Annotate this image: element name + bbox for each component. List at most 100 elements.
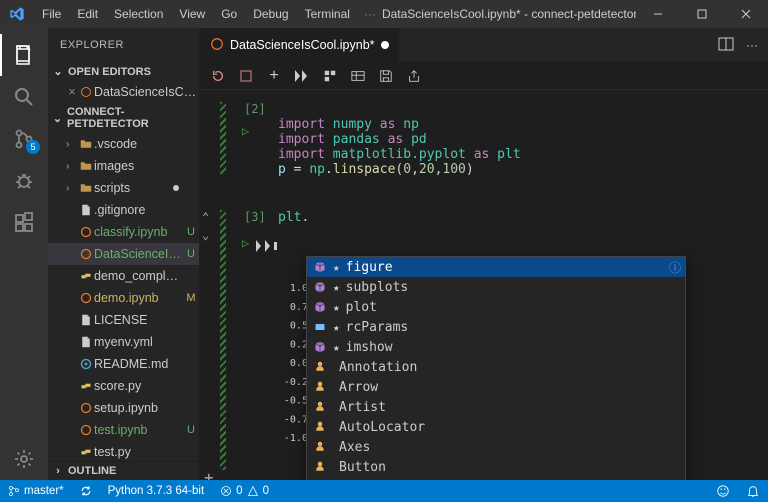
- suggestion-item[interactable]: ★plot: [307, 297, 685, 317]
- menu-file[interactable]: File: [34, 0, 69, 28]
- notifications-icon[interactable]: [738, 480, 768, 502]
- suggestion-item[interactable]: Circle: [307, 477, 685, 480]
- suggestion-item[interactable]: ★rcParams: [307, 317, 685, 337]
- file-tree-item[interactable]: score.py: [48, 375, 199, 397]
- file-label: demo_completed.py: [94, 269, 183, 283]
- suggestion-item[interactable]: ★ subplots: [307, 277, 685, 297]
- suggestion-item[interactable]: AutoLocator: [307, 417, 685, 437]
- suggestion-label: Arrow: [339, 380, 679, 395]
- more-actions-icon[interactable]: ···: [746, 38, 758, 52]
- file-tree-item[interactable]: ›images: [48, 155, 199, 177]
- python-interpreter-item[interactable]: Python 3.7.3 64-bit: [100, 480, 213, 502]
- workspace-section[interactable]: ⌄ CONNECT-PETDETECTOR: [48, 103, 199, 133]
- file-label: .vscode: [94, 137, 183, 151]
- settings-gear-icon[interactable]: [0, 438, 48, 480]
- code-content[interactable]: plt.: [278, 210, 754, 225]
- titlebar: File Edit Selection View Go Debug Termin…: [0, 0, 768, 28]
- info-icon[interactable]: ⓘ: [669, 259, 681, 276]
- notebook[interactable]: [2] ▷ import numpy as np import pandas a…: [200, 90, 768, 480]
- git-status-badge: U: [183, 248, 199, 260]
- file-tree-item[interactable]: ›scripts: [48, 177, 199, 199]
- menu-overflow-icon[interactable]: ···: [358, 7, 382, 21]
- menu-go[interactable]: Go: [213, 0, 245, 28]
- dirty-indicator-icon: [381, 41, 389, 49]
- file-label: demo.ipynb: [94, 291, 183, 305]
- file-tree-item[interactable]: test.ipynbU: [48, 419, 199, 441]
- editor-tab[interactable]: DataScienceIsCool.ipynb*: [200, 28, 400, 62]
- suggestion-item[interactable]: Artist: [307, 397, 685, 417]
- git-branch-item[interactable]: master*: [0, 480, 72, 502]
- file-tree-item[interactable]: demo_completed.py: [48, 265, 199, 287]
- file-tree-item[interactable]: README.md: [48, 353, 199, 375]
- suggestion-label: imshow: [346, 340, 679, 355]
- split-editor-icon[interactable]: [718, 36, 734, 55]
- window-close-button[interactable]: [724, 0, 768, 28]
- file-tree-item[interactable]: myenv.yml: [48, 331, 199, 353]
- menu-selection[interactable]: Selection: [106, 0, 171, 28]
- open-editors-section[interactable]: ⌄ OPEN EDITORS: [48, 62, 199, 81]
- file-tree-item[interactable]: DataScienceIsCo...U: [48, 243, 199, 265]
- sidebar: EXPLORER ⌄ OPEN EDITORS × DataScienceIsC…: [48, 28, 200, 480]
- menu-debug[interactable]: Debug: [245, 0, 296, 28]
- add-cell-icon[interactable]: +: [266, 68, 282, 84]
- window-title: DataScienceIsCool.ipynb* - connect-petde…: [382, 7, 636, 21]
- suggestion-label: Annotation: [339, 360, 679, 375]
- open-editor-item[interactable]: × DataScienceIsCoo...: [48, 81, 199, 103]
- menu-view[interactable]: View: [171, 0, 213, 28]
- menubar: File Edit Selection View Go Debug Termin…: [34, 0, 358, 28]
- suggestion-label: plot: [346, 300, 679, 315]
- suggestion-label: subplots: [346, 280, 679, 295]
- export-icon[interactable]: [406, 68, 422, 84]
- file-tree-item[interactable]: ›.vscode: [48, 133, 199, 155]
- extensions-icon[interactable]: [0, 202, 48, 244]
- exec-count: [3]: [244, 210, 266, 224]
- file-label: README.md: [94, 357, 183, 371]
- run-cell-icon[interactable]: ▷: [242, 124, 249, 138]
- suggestion-item[interactable]: Arrow: [307, 377, 685, 397]
- suggestion-item[interactable]: ★figure: [307, 257, 685, 277]
- intellisense-popup[interactable]: ⓘ ★figure ★ subplots ★plot★rcParams★imshow A…: [306, 256, 686, 480]
- variables-icon[interactable]: [350, 68, 366, 84]
- debug-icon[interactable]: [0, 160, 48, 202]
- code-content[interactable]: import numpy as np import pandas as pd i…: [278, 102, 754, 177]
- file-icon: [78, 402, 94, 414]
- git-status-badge: U: [183, 226, 199, 238]
- close-icon[interactable]: ×: [66, 85, 78, 99]
- clear-outputs-icon[interactable]: [322, 68, 338, 84]
- sync-item[interactable]: [72, 480, 100, 502]
- window-minimize-button[interactable]: [636, 0, 680, 28]
- interrupt-kernel-icon[interactable]: [238, 68, 254, 84]
- menu-edit[interactable]: Edit: [69, 0, 106, 28]
- explorer-icon[interactable]: [0, 34, 48, 76]
- run-cell-icon[interactable]: ▷: [242, 236, 249, 250]
- file-tree-item[interactable]: LICENSE: [48, 309, 199, 331]
- source-control-icon[interactable]: 5: [0, 118, 48, 160]
- problems-item[interactable]: 0 0: [212, 480, 277, 502]
- suggestion-kind-icon: [313, 301, 327, 313]
- search-icon[interactable]: [0, 76, 48, 118]
- save-icon[interactable]: [378, 68, 394, 84]
- file-tree-item[interactable]: setup.ipynb: [48, 397, 199, 419]
- suggestion-item[interactable]: ★imshow: [307, 337, 685, 357]
- outline-section[interactable]: › OUTLINE: [48, 461, 199, 480]
- star-icon: ★: [333, 281, 340, 294]
- suggestion-item[interactable]: Button: [307, 457, 685, 477]
- suggestion-kind-icon: [313, 461, 327, 473]
- menu-terminal[interactable]: Terminal: [297, 0, 358, 28]
- file-icon: [78, 270, 94, 282]
- restart-kernel-icon[interactable]: [210, 68, 226, 84]
- run-all-icon[interactable]: [294, 68, 310, 84]
- suggestion-item[interactable]: Annotation: [307, 357, 685, 377]
- code-cell-2[interactable]: [2] ▷ import numpy as np import pandas a…: [200, 102, 768, 182]
- suggestion-item[interactable]: Axes: [307, 437, 685, 457]
- file-icon: [78, 226, 94, 238]
- file-tree-item[interactable]: classify.ipynbU: [48, 221, 199, 243]
- file-tree-item[interactable]: test.py: [48, 441, 199, 461]
- run-by-line-icon[interactable]: [256, 240, 278, 256]
- file-tree-item[interactable]: .gitignore: [48, 199, 199, 221]
- modified-dot-icon: [173, 185, 179, 191]
- sidebar-header: EXPLORER: [48, 28, 199, 62]
- window-maximize-button[interactable]: [680, 0, 724, 28]
- file-tree-item[interactable]: demo.ipynbM: [48, 287, 199, 309]
- feedback-icon[interactable]: [708, 480, 738, 502]
